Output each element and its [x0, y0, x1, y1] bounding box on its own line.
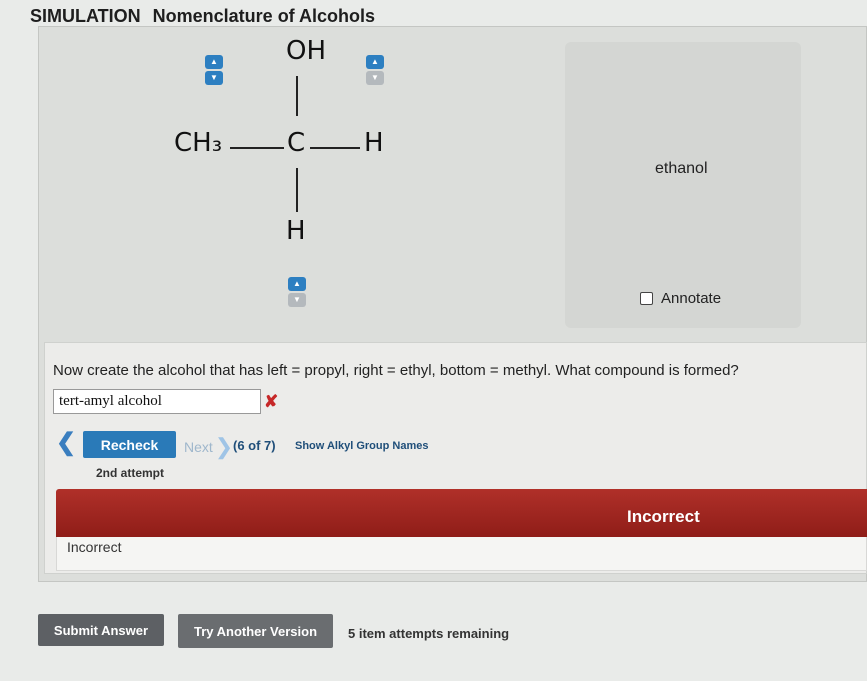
show-alkyl-names-link[interactable]: Show Alkyl Group Names — [295, 440, 428, 452]
answer-input[interactable] — [53, 389, 261, 414]
right-group-up-button[interactable]: ▲ — [366, 55, 384, 69]
feedback-title: Incorrect — [627, 507, 700, 526]
next-chevron-icon: ❯ — [214, 434, 234, 459]
right-group-down-button[interactable]: ▼ — [366, 71, 384, 85]
question-text: Now create the alcohol that has left = p… — [53, 362, 739, 379]
top-bond — [296, 76, 298, 116]
submit-answer-button[interactable]: Submit Answer — [38, 614, 164, 646]
attempts-remaining: 5 item attempts remaining — [348, 626, 510, 641]
annotate-checkbox[interactable] — [640, 292, 653, 305]
bottom-group-spinner[interactable]: ▲ ▼ — [288, 277, 306, 307]
page-title: SIMULATION Nomenclature of Alcohols — [30, 6, 375, 27]
bottom-group-up-button[interactable]: ▲ — [288, 277, 306, 291]
next-label: Next — [184, 439, 213, 455]
bottom-group-down-button[interactable]: ▼ — [288, 293, 306, 307]
right-group-spinner[interactable]: ▲ ▼ — [366, 55, 384, 85]
next-button[interactable]: Next ❯ — [184, 434, 233, 460]
feedback-text: Incorrect — [67, 539, 122, 555]
feedback-banner — [56, 489, 867, 537]
left-group-up-button[interactable]: ▲ — [205, 55, 223, 69]
annotate-label: Annotate — [661, 290, 722, 307]
left-group-down-button[interactable]: ▼ — [205, 71, 223, 85]
compound-name-panel — [565, 42, 801, 328]
left-group-label: CH₃ — [174, 128, 223, 158]
right-bond — [310, 147, 360, 149]
feedback-body — [56, 537, 867, 571]
right-group-label: H — [364, 128, 384, 158]
incorrect-x-icon: ✘ — [264, 392, 279, 411]
top-group-label: OH — [286, 36, 327, 66]
center-atom-label: C — [287, 128, 306, 158]
previous-chevron-icon[interactable]: ❮ — [56, 428, 76, 457]
compound-name: ethanol — [655, 160, 708, 177]
annotate-toggle[interactable]: Annotate — [640, 290, 721, 307]
left-group-spinner[interactable]: ▲ ▼ — [205, 55, 223, 85]
try-another-version-button[interactable]: Try Another Version — [178, 614, 333, 648]
activity-title: Nomenclature of Alcohols — [152, 6, 376, 26]
bottom-group-label: H — [286, 216, 306, 246]
question-counter: (6 of 7) — [233, 438, 276, 453]
recheck-button[interactable]: Recheck — [83, 431, 176, 458]
section-label: SIMULATION — [30, 6, 141, 26]
left-bond — [230, 147, 284, 149]
attempt-label: 2nd attempt — [96, 466, 165, 480]
bottom-bond — [296, 168, 298, 212]
